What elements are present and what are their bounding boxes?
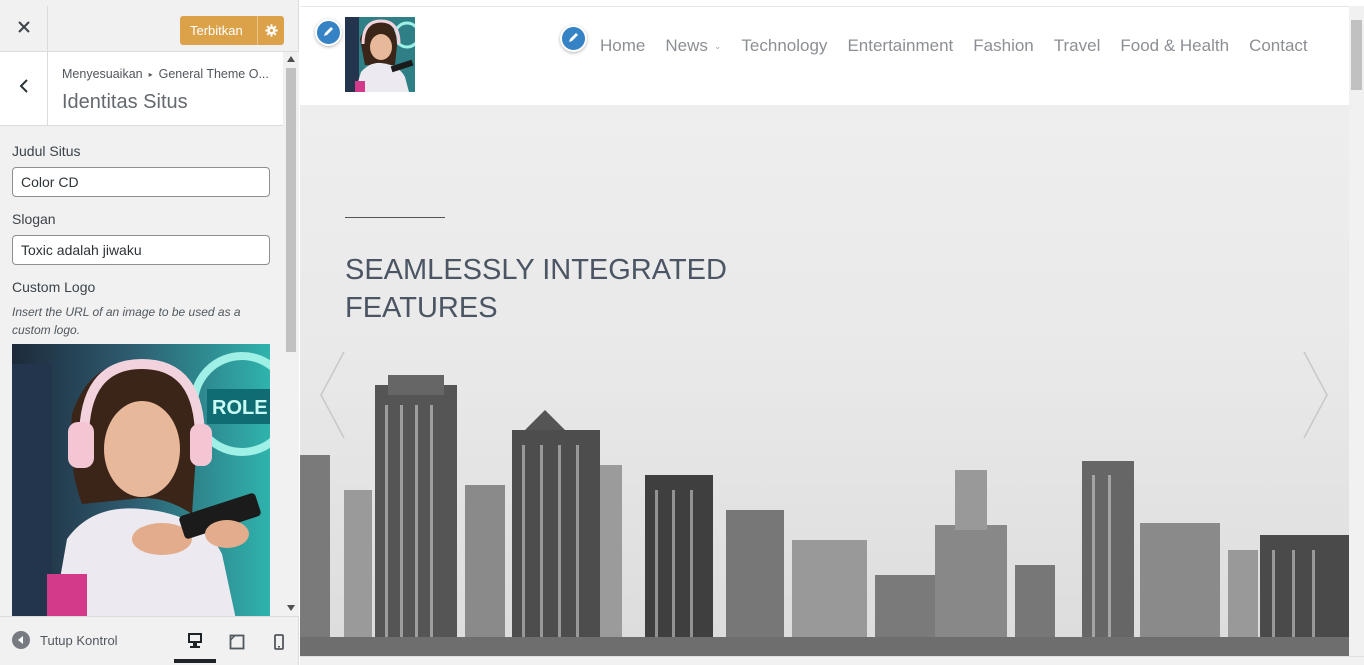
customizer-footer: Tutup Kontrol [0, 616, 298, 665]
nav-item-label: News [665, 36, 708, 55]
site-title-label: Judul Situs [12, 143, 81, 159]
hero-divider [345, 217, 445, 218]
desktop-icon [187, 632, 203, 653]
tagline-label: Slogan [12, 211, 56, 227]
svg-text:ROLE: ROLE [212, 397, 268, 419]
nav-item-label: Travel [1053, 36, 1101, 55]
controls-panel: Judul Situs Color CD Slogan Toxic adalah… [0, 126, 283, 616]
breadcrumb: Menyesuaikan ▸ General Theme O... [62, 67, 276, 81]
nav-item-technology[interactable]: Technology [741, 36, 827, 56]
nav-item-travel[interactable]: Travel [1054, 36, 1101, 56]
nav-item-contact[interactable]: Contact [1249, 36, 1308, 56]
site-preview: Home News ⌄ Technology Entertainment Fash… [300, 6, 1349, 656]
breadcrumb-root: Menyesuaikan [62, 67, 143, 81]
custom-logo-label: Custom Logo [12, 279, 96, 295]
mobile-icon [274, 633, 284, 655]
collapse-sidebar-button[interactable]: Tutup Kontrol [12, 631, 118, 649]
preview-mobile-button[interactable] [258, 625, 300, 663]
nav-item-label: Home [600, 36, 646, 55]
gear-icon[interactable] [257, 16, 284, 45]
sidebar-scrollbar[interactable] [283, 52, 299, 616]
nav-item-home[interactable]: Home [600, 36, 645, 56]
hero-slider: SEAMLESSLY INTEGRATED FEATURES [300, 105, 1349, 656]
pencil-icon [323, 24, 335, 42]
close-customizer-button[interactable] [0, 6, 48, 52]
section-header: Menyesuaikan ▸ General Theme O... Identita… [0, 52, 283, 126]
preview-tablet-button[interactable] [216, 625, 258, 663]
nav-item-fashion[interactable]: Fashion [973, 36, 1033, 56]
custom-logo-description: Insert the URL of an image to be used as… [12, 305, 241, 337]
nav-item-label: Technology [741, 36, 828, 55]
tagline-input[interactable]: Toxic adalah jiwaku [12, 235, 270, 265]
preview-scroll-thumb[interactable] [1351, 20, 1362, 90]
breadcrumb-section: General Theme O... [158, 67, 269, 81]
nav-item-label: Fashion [973, 36, 1034, 55]
nav-item-label: Food & Health [1120, 36, 1230, 55]
preview-scrollbar[interactable] [1349, 6, 1364, 656]
primary-nav: Home News ⌄ Technology Entertainment Fash… [600, 36, 1328, 56]
city-skyline-image [300, 375, 1349, 656]
custom-logo-preview[interactable]: ROLE [12, 344, 270, 616]
chevron-down-icon: ⌄ [713, 40, 722, 51]
sidebar-scroll-thumb[interactable] [286, 68, 296, 352]
edit-menu-shortcut[interactable] [560, 25, 587, 52]
site-logo[interactable] [345, 17, 415, 92]
customizer-header: Terbitkan [0, 6, 298, 52]
customizer-sidebar: Terbitkan Menyesuaikan ▸ General Theme O..… [0, 0, 299, 665]
nav-item-label: Contact [1249, 36, 1308, 55]
preview-horizontal-scrollbar [300, 656, 1364, 665]
edit-logo-shortcut[interactable] [315, 19, 342, 46]
close-icon [17, 20, 30, 38]
nav-item-news[interactable]: News ⌄ [665, 36, 721, 56]
site-header: Home News ⌄ Technology Entertainment Fash… [300, 7, 1349, 105]
tablet-icon [229, 634, 245, 655]
hero-title: SEAMLESSLY INTEGRATED FEATURES [345, 254, 727, 324]
back-button[interactable] [0, 52, 48, 125]
publish-button[interactable]: Terbitkan [180, 23, 257, 38]
nav-item-label: Entertainment [847, 36, 954, 55]
publish-button-group: Terbitkan [180, 16, 284, 45]
arrow-left-circle-icon [12, 631, 30, 649]
section-title: Identitas Situs [62, 91, 188, 113]
collapse-label: Tutup Kontrol [40, 632, 118, 648]
chevron-left-icon [19, 78, 29, 99]
breadcrumb-separator-icon: ▸ [148, 70, 153, 79]
pencil-icon [568, 30, 580, 48]
preview-desktop-button[interactable] [174, 625, 216, 663]
nav-item-entertainment[interactable]: Entertainment [847, 36, 953, 56]
nav-item-food-health[interactable]: Food & Health [1120, 36, 1229, 56]
site-title-input[interactable]: Color CD [12, 167, 270, 197]
